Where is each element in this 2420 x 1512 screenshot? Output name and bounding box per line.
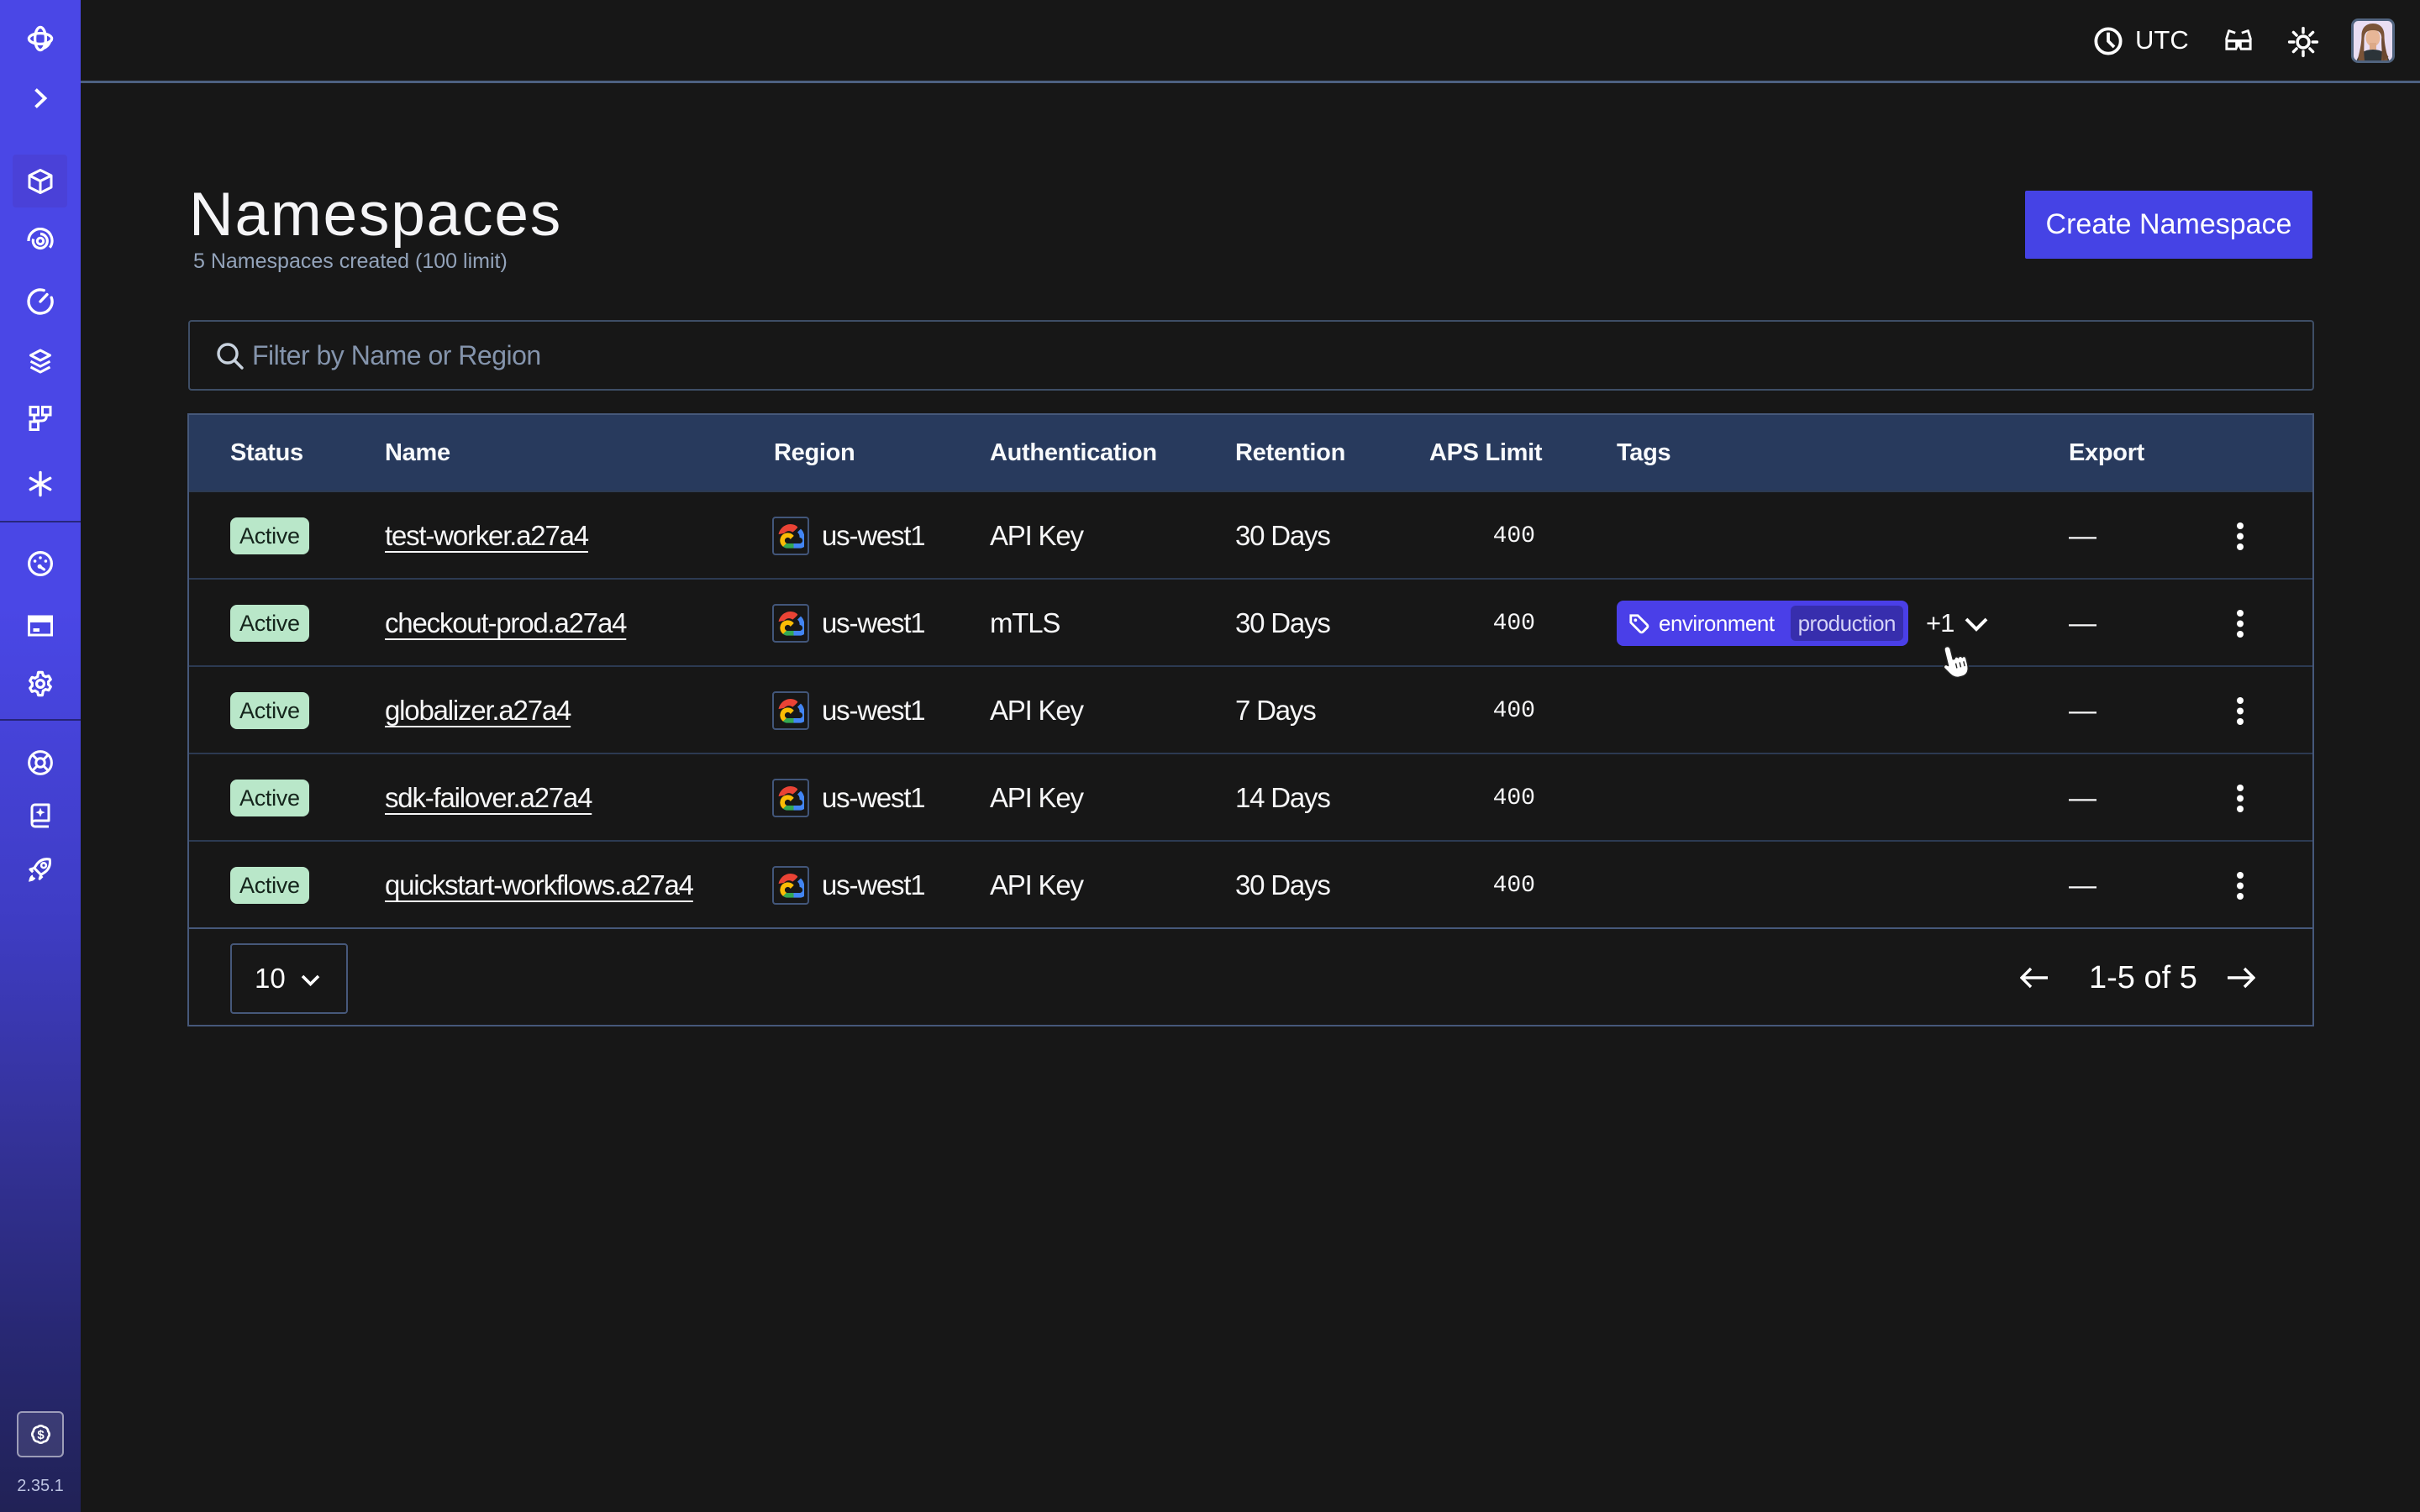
svg-text:$: $ [37, 1428, 45, 1442]
